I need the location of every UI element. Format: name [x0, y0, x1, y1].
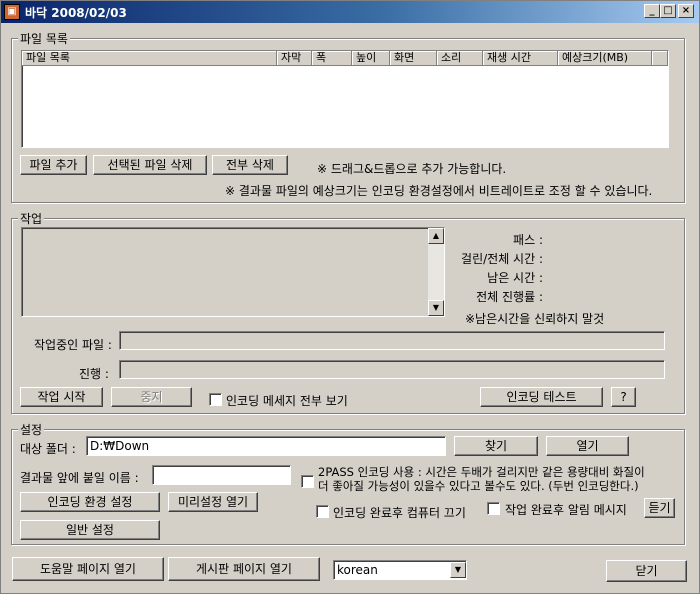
two-pass-checkbox[interactable] — [301, 475, 314, 488]
window-title: 바닥 2008/02/03 — [25, 6, 127, 20]
maximize-icon[interactable]: □ — [660, 4, 676, 18]
drag-drop-note: ※ 드래그&드롭으로 추가 가능합니다. — [317, 162, 507, 176]
remaining-time-warning: ※남은시간을 신뢰하지 말것 — [465, 312, 605, 326]
pass-label: 패스 : — [513, 233, 543, 247]
target-folder-input[interactable] — [86, 436, 446, 456]
column-header-estimated-size[interactable]: 예상크기(MB) — [558, 51, 652, 66]
close-icon[interactable]: × — [678, 4, 694, 18]
shutdown-after-encoding-checkbox[interactable] — [316, 505, 329, 518]
delete-selected-files-button[interactable]: 선택된 파일 삭제 — [93, 155, 207, 175]
column-header-width[interactable]: 폭 — [312, 51, 352, 66]
current-file-label: 작업중인 파일 : — [34, 338, 112, 352]
column-header-duration[interactable]: 재생 시간 — [483, 51, 558, 66]
log-scrollbar[interactable]: ▲ ▼ — [428, 228, 444, 316]
add-file-button[interactable]: 파일 추가 — [20, 155, 87, 175]
column-header-filler — [652, 51, 668, 66]
open-folder-button[interactable]: 열기 — [546, 436, 629, 456]
listen-sound-button[interactable]: 듣기 — [644, 498, 675, 518]
remaining-time-label: 남은 시간 : — [487, 271, 543, 285]
preset-open-button[interactable]: 미리설정 열기 — [168, 492, 258, 512]
column-header-file[interactable]: 파일 목록 — [22, 51, 277, 66]
progress-bar — [119, 360, 665, 379]
job-log-box[interactable]: ▲ ▼ — [21, 227, 445, 317]
notify-after-job-checkbox[interactable] — [487, 502, 500, 515]
output-prefix-label: 결과물 앞에 붙일 이름 : — [20, 471, 139, 485]
main-window: ▣ 바닥 2008/02/03 _ □ × 파일 목록 파일 목록 자막 폭 높… — [0, 0, 700, 594]
show-all-messages-label[interactable]: 인코딩 메세지 전부 보기 — [226, 392, 348, 409]
encoding-settings-button[interactable]: 인코딩 환경 설정 — [20, 492, 160, 512]
browse-folder-button[interactable]: 찾기 — [454, 436, 538, 456]
help-button[interactable]: ? — [611, 387, 636, 407]
notify-after-job-label[interactable]: 작업 완료후 알림 메시지 — [505, 501, 627, 518]
column-header-subtitle[interactable]: 자막 — [277, 51, 312, 66]
close-button[interactable]: 닫기 — [606, 560, 687, 582]
scroll-down-icon[interactable]: ▼ — [428, 300, 444, 316]
size-note: ※ 결과물 파일의 예상크기는 인코딩 환경설정에서 비트레이트로 조정 할 수… — [225, 184, 653, 198]
language-select[interactable]: korean ▼ — [333, 560, 467, 580]
app-icon[interactable]: ▣ — [4, 4, 20, 20]
chevron-down-icon[interactable]: ▼ — [450, 562, 466, 578]
settings-group-label: 설정 — [18, 421, 45, 438]
general-settings-button[interactable]: 일반 설정 — [20, 520, 160, 540]
stop-job-button[interactable]: 중지 — [111, 387, 192, 407]
encoding-test-button[interactable]: 인코딩 테스트 — [480, 387, 603, 407]
minimize-icon[interactable]: _ — [644, 4, 660, 18]
file-list-group-label: 파일 목록 — [18, 30, 70, 47]
output-prefix-input[interactable] — [152, 465, 291, 485]
language-select-value: korean — [337, 563, 378, 577]
current-file-field — [119, 331, 665, 350]
two-pass-description-line2[interactable]: 더 좋아질 가능성이 있을수 있다고 볼수도 있다. (두번 인코딩한다.) — [318, 478, 639, 494]
column-header-screen[interactable]: 화면 — [390, 51, 437, 66]
shutdown-after-encoding-label[interactable]: 인코딩 완료후 컴퓨터 끄기 — [333, 504, 466, 521]
column-header-height[interactable]: 높이 — [352, 51, 390, 66]
job-group-label: 작업 — [18, 210, 45, 227]
elapsed-total-time-label: 걸린/전체 시간 : — [461, 252, 543, 266]
scroll-up-icon[interactable]: ▲ — [428, 228, 444, 244]
show-all-messages-checkbox[interactable] — [209, 393, 222, 406]
delete-all-button[interactable]: 전부 삭제 — [212, 155, 288, 175]
title-bar[interactable]: ▣ 바닥 2008/02/03 _ □ × — [1, 1, 699, 23]
start-job-button[interactable]: 작업 시작 — [20, 387, 103, 407]
file-list-table[interactable]: 파일 목록 자막 폭 높이 화면 소리 재생 시간 예상크기(MB) — [21, 50, 669, 148]
help-page-button[interactable]: 도움말 페이지 열기 — [12, 557, 164, 581]
progress-label: 진행 : — [79, 367, 109, 381]
board-page-button[interactable]: 게시판 페이지 열기 — [168, 557, 320, 581]
total-progress-label: 전체 진행률 : — [476, 290, 543, 304]
target-folder-label: 대상 폴더 : — [20, 442, 76, 456]
column-header-sound[interactable]: 소리 — [437, 51, 483, 66]
